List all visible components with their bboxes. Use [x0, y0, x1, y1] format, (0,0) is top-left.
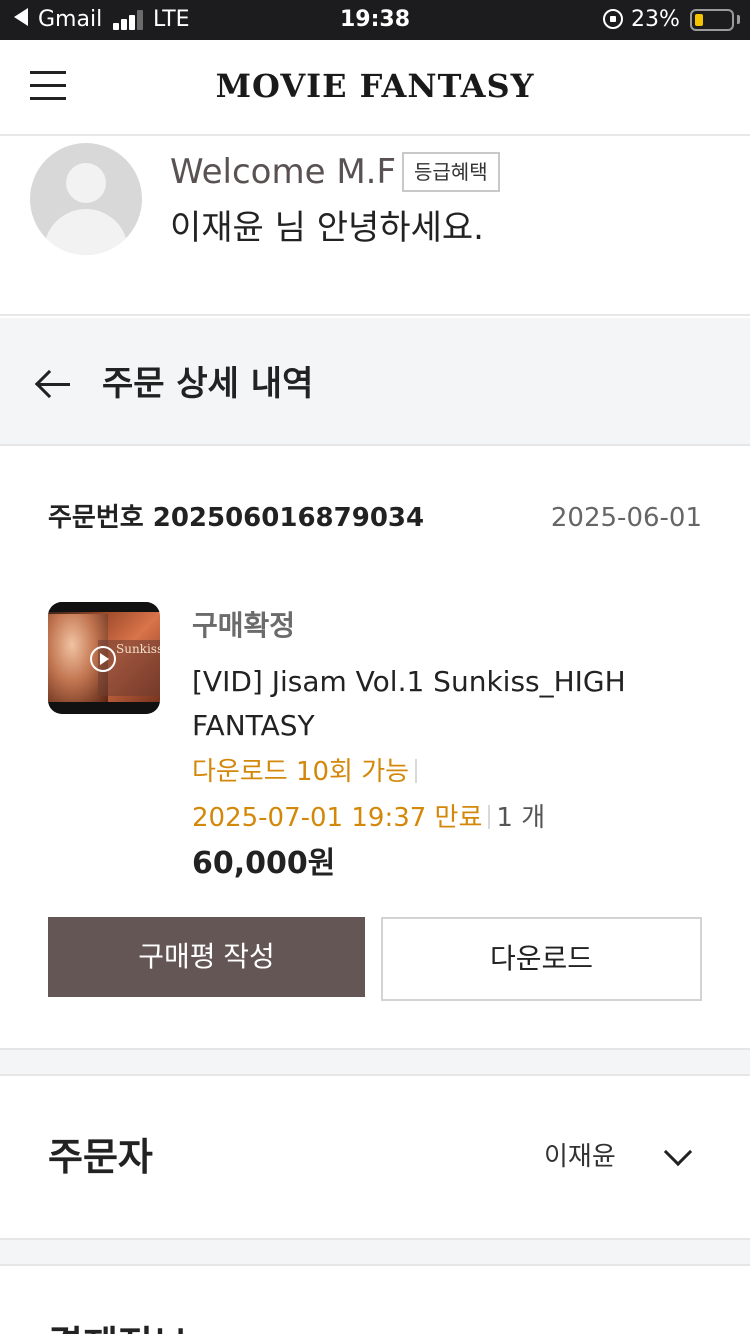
page-title: 주문 상세 내역	[102, 364, 314, 404]
download-count-text: 다운로드 10회 가능	[192, 757, 410, 787]
product-price: 60,000원	[192, 846, 336, 881]
avatar	[30, 143, 142, 255]
orderer-section[interactable]: 주문자 이재윤	[0, 1076, 750, 1238]
orientation-lock-icon	[603, 9, 623, 29]
play-icon	[90, 646, 116, 672]
back-arrow-icon[interactable]	[34, 369, 70, 399]
product-name[interactable]: [VID] Jisam Vol.1 Sunkiss_HIGH FANTASY	[192, 660, 692, 748]
profile-section: Welcome M.F 등급혜택 이재윤 님 안녕하세요.	[0, 138, 750, 316]
expiry-info: 2025-07-01 19:37 만료 1 개	[192, 800, 545, 836]
grade-benefit-button[interactable]: 등급혜택	[402, 152, 500, 192]
write-review-button[interactable]: 구매평 작성	[48, 917, 365, 997]
greeting-text: 이재윤 님 안녕하세요.	[170, 208, 484, 248]
chevron-down-icon[interactable]	[663, 1137, 693, 1167]
section-header: 주문 상세 내역	[0, 318, 750, 446]
avatar-body-shape	[44, 209, 128, 255]
thumbnail-brand-text: Sunkiss	[116, 642, 160, 656]
battery-level-fill	[695, 14, 703, 26]
download-button[interactable]: 다운로드	[381, 917, 702, 1001]
site-logo[interactable]: MOVIE FANTASY	[0, 67, 750, 105]
divider	[415, 759, 418, 783]
battery-percent: 23%	[631, 7, 680, 32]
battery-icon	[690, 9, 734, 31]
order-detail-card: 주문번호 202506016879034 2025-06-01 Sunkiss …	[0, 448, 750, 1048]
order-number: 주문번호 202506016879034	[48, 503, 425, 533]
page-root: Gmail LTE 19:38 23% MOVIE FANTASY Welcom	[0, 0, 750, 1334]
download-count-info: 다운로드 10회 가능	[192, 754, 418, 790]
order-status: 구매확정	[192, 609, 296, 642]
payment-section[interactable]: 결제정보	[0, 1266, 750, 1334]
product-thumbnail[interactable]: Sunkiss	[48, 602, 160, 714]
app-header: MOVIE FANTASY	[0, 40, 750, 136]
order-date: 2025-06-01	[550, 503, 702, 533]
orderer-name: 이재윤	[544, 1142, 616, 1172]
section-divider	[0, 1048, 750, 1076]
welcome-text: Welcome M.F	[170, 152, 397, 192]
orderer-label: 주문자	[48, 1135, 153, 1179]
quantity-text: 1 개	[496, 803, 546, 833]
status-bar: Gmail LTE 19:38 23%	[0, 0, 750, 40]
avatar-head-shape	[66, 163, 106, 203]
expiry-text: 2025-07-01 19:37 만료	[192, 803, 483, 833]
battery-cap	[737, 15, 740, 24]
payment-label: 결제정보	[48, 1320, 188, 1334]
divider	[488, 805, 491, 829]
section-divider	[0, 1238, 750, 1266]
